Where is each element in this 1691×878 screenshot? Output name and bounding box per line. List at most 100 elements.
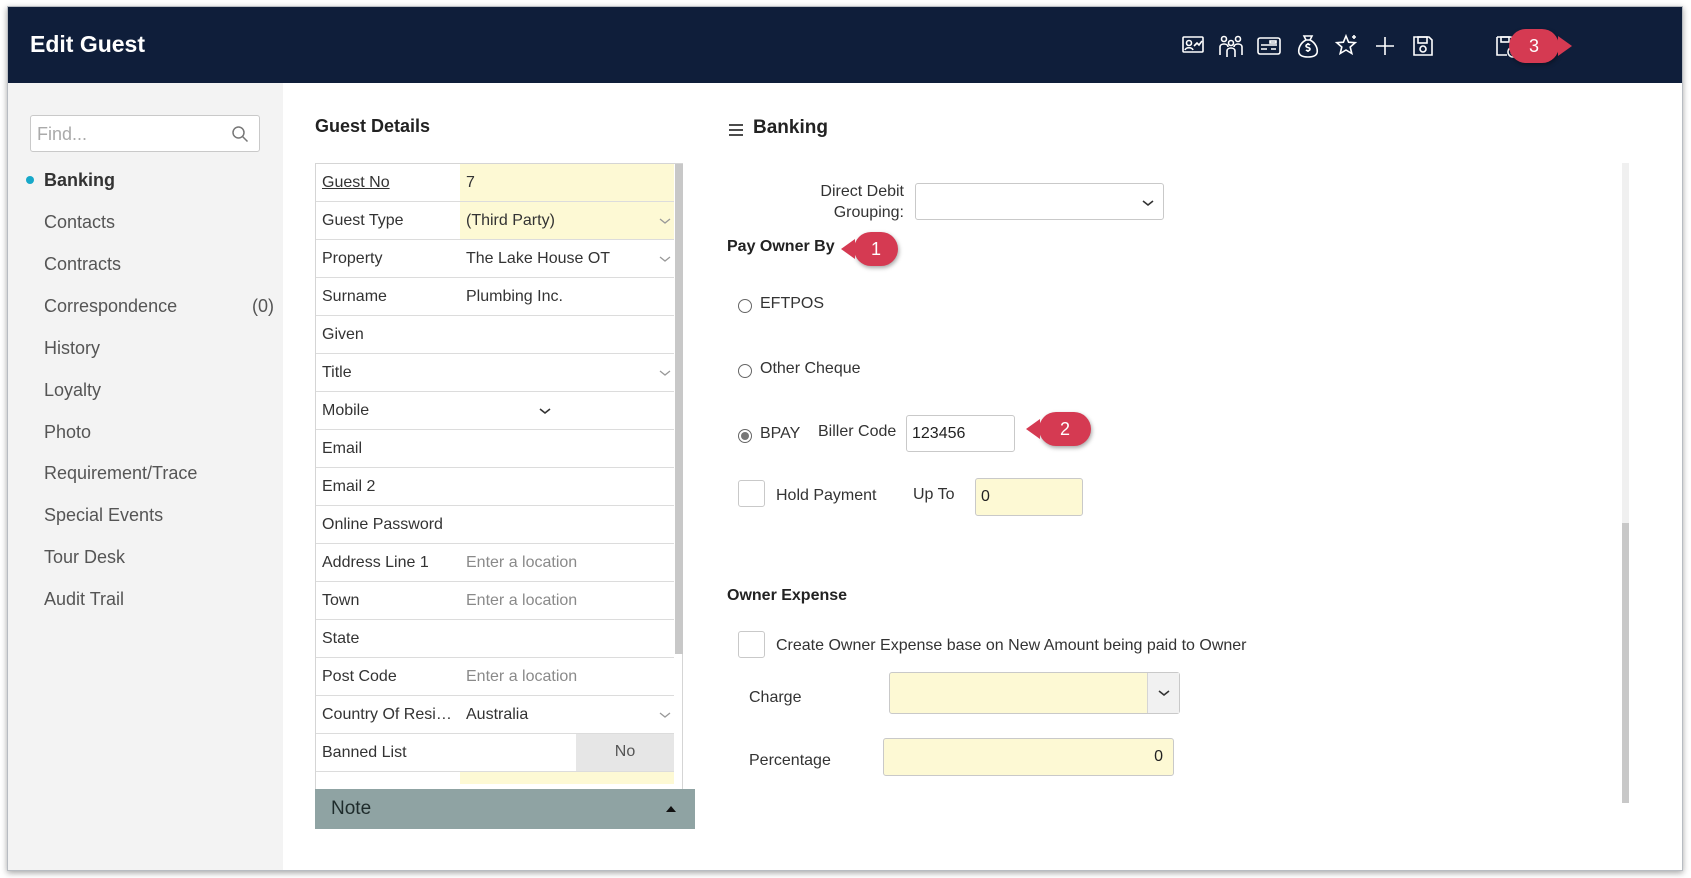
note-bar[interactable]: Note [315,789,695,829]
callout-3: 3 [1509,29,1572,63]
grid-row-banned-list: Banned List No [316,734,674,772]
banned-list-toggle[interactable]: No [576,734,674,771]
chevron-down-icon[interactable] [658,708,672,722]
active-indicator-dot [26,176,34,184]
sidebar-item-correspondence[interactable]: Correspondence [44,296,177,317]
email-label: Email [322,440,363,457]
grid-row-email-2: Email 2 [316,468,674,506]
note-label: Note [331,798,372,819]
eftpos-radio[interactable] [738,299,752,313]
guest-details-grid: Guest No 7 Guest Type (Third Party) Prop… [315,163,683,815]
add-icon[interactable] [1370,31,1400,61]
biller-code-label: Biller Code [818,423,897,440]
pay-owner-by-heading: Pay Owner By [727,238,835,255]
grid-row-address-line-1: Address Line 1 Enter a location [316,544,674,582]
title-select[interactable] [460,354,674,391]
correspondence-count: (0) [252,296,274,316]
hamburger-menu-icon[interactable] [728,123,744,137]
grid-row-given: Given [316,316,674,354]
chevron-down-icon[interactable] [658,214,672,228]
sidebar-item-banking[interactable]: Banking [44,170,115,191]
sidebar-item-requirement-trace[interactable]: Requirement/Trace [44,463,197,484]
grid-row-town: Town Enter a location [316,582,674,620]
grid-row-guest-type: Guest Type (Third Party) [316,202,674,240]
guest-details-title: Guest Details [315,116,431,136]
guests-group-icon[interactable] [1216,31,1246,61]
charge-label: Charge [749,689,802,706]
sidebar-item-contracts[interactable]: Contracts [44,254,121,275]
up-to-input[interactable] [975,478,1083,516]
grid-row-state: State [316,620,674,658]
state-field[interactable] [460,620,674,657]
sidebar-item-photo[interactable]: Photo [44,422,91,443]
direct-debit-label: Direct Debit [820,183,904,200]
find-input[interactable] [37,122,217,146]
percentage-input[interactable] [883,738,1174,776]
address-line-1-field[interactable]: Enter a location [460,544,674,581]
id-card-icon[interactable] [1254,31,1284,61]
email-field[interactable] [460,430,674,467]
create-owner-expense-label: Create Owner Expense base on New Amount … [776,637,1247,654]
money-bag-icon[interactable] [1293,31,1323,61]
grid-row-email: Email [316,430,674,468]
chevron-down-icon[interactable] [658,252,672,266]
create-owner-expense-checkbox[interactable] [738,631,765,658]
guest-type-select[interactable]: (Third Party) [460,202,674,239]
country-label: Country Of Reside... [322,706,460,723]
other-cheque-radio[interactable] [738,364,752,378]
mobile-field[interactable] [460,392,674,429]
search-icon[interactable] [231,125,249,143]
town-label: Town [322,592,360,609]
online-password-label: Online Password [322,516,443,533]
grid-row-property: Property The Lake House OT [316,240,674,278]
percentage-label: Percentage [749,752,831,769]
eftpos-label: EFTPOS [760,295,825,312]
online-password-field[interactable] [460,506,674,543]
sidebar-item-tour-desk[interactable]: Tour Desk [44,547,125,568]
country-select[interactable]: Australia [460,696,674,733]
chevron-down-icon[interactable] [538,404,552,418]
owner-statement-icon[interactable] [1178,31,1208,61]
save-icon[interactable] [1408,31,1438,61]
direct-debit-grouping-select[interactable] [915,183,1164,220]
post-code-field[interactable]: Enter a location [460,658,674,695]
star-icon[interactable] [1332,31,1362,61]
bpay-radio[interactable] [738,429,752,443]
banking-scrollbar[interactable] [1622,163,1629,803]
sidebar-item-special-events[interactable]: Special Events [44,505,163,526]
charge-dropdown-button[interactable] [1147,673,1179,713]
sidebar-item-contacts[interactable]: Contacts [44,212,115,233]
charge-select[interactable] [889,672,1180,714]
window-title: Edit Guest [30,31,146,57]
surname-field[interactable]: Plumbing Inc. [460,278,674,315]
bpay-label: BPAY [760,425,801,442]
grid-row-post-code: Post Code Enter a location [316,658,674,696]
title-label: Title [322,364,352,381]
given-label: Given [322,326,364,343]
town-field[interactable]: Enter a location [460,582,674,619]
chevron-down-icon[interactable] [658,366,672,380]
guest-no-label[interactable]: Guest No [322,174,460,192]
banned-list-label: Banned List [322,744,407,761]
find-box [30,115,260,152]
guest-no-value[interactable]: 7 [460,164,674,201]
grid-scrollbar[interactable] [675,164,683,654]
sidebar-item-audit-trail[interactable]: Audit Trail [44,589,124,610]
property-select[interactable]: The Lake House OT [460,240,674,277]
grid-row-mobile: Mobile [316,392,674,430]
edit-guest-window: Edit Guest Find... Banking Contacts Cont… [7,6,1683,871]
biller-code-input[interactable] [906,415,1015,452]
sidebar-item-loyalty[interactable]: Loyalty [44,380,101,401]
given-field[interactable] [460,316,674,353]
grid-row-online-password: Online Password [316,506,674,544]
caret-up-icon[interactable] [663,801,679,817]
surname-label: Surname [322,288,387,305]
sidebar-item-history[interactable]: History [44,338,100,359]
email-2-field[interactable] [460,468,674,505]
grid-row-country: Country Of Reside... Australia [316,696,674,734]
post-code-label: Post Code [322,668,397,685]
chevron-down-icon [1142,200,1154,207]
hold-payment-checkbox[interactable] [738,480,765,507]
banking-scrollbar-thumb[interactable] [1622,523,1629,803]
chevron-down-icon [1158,690,1170,697]
